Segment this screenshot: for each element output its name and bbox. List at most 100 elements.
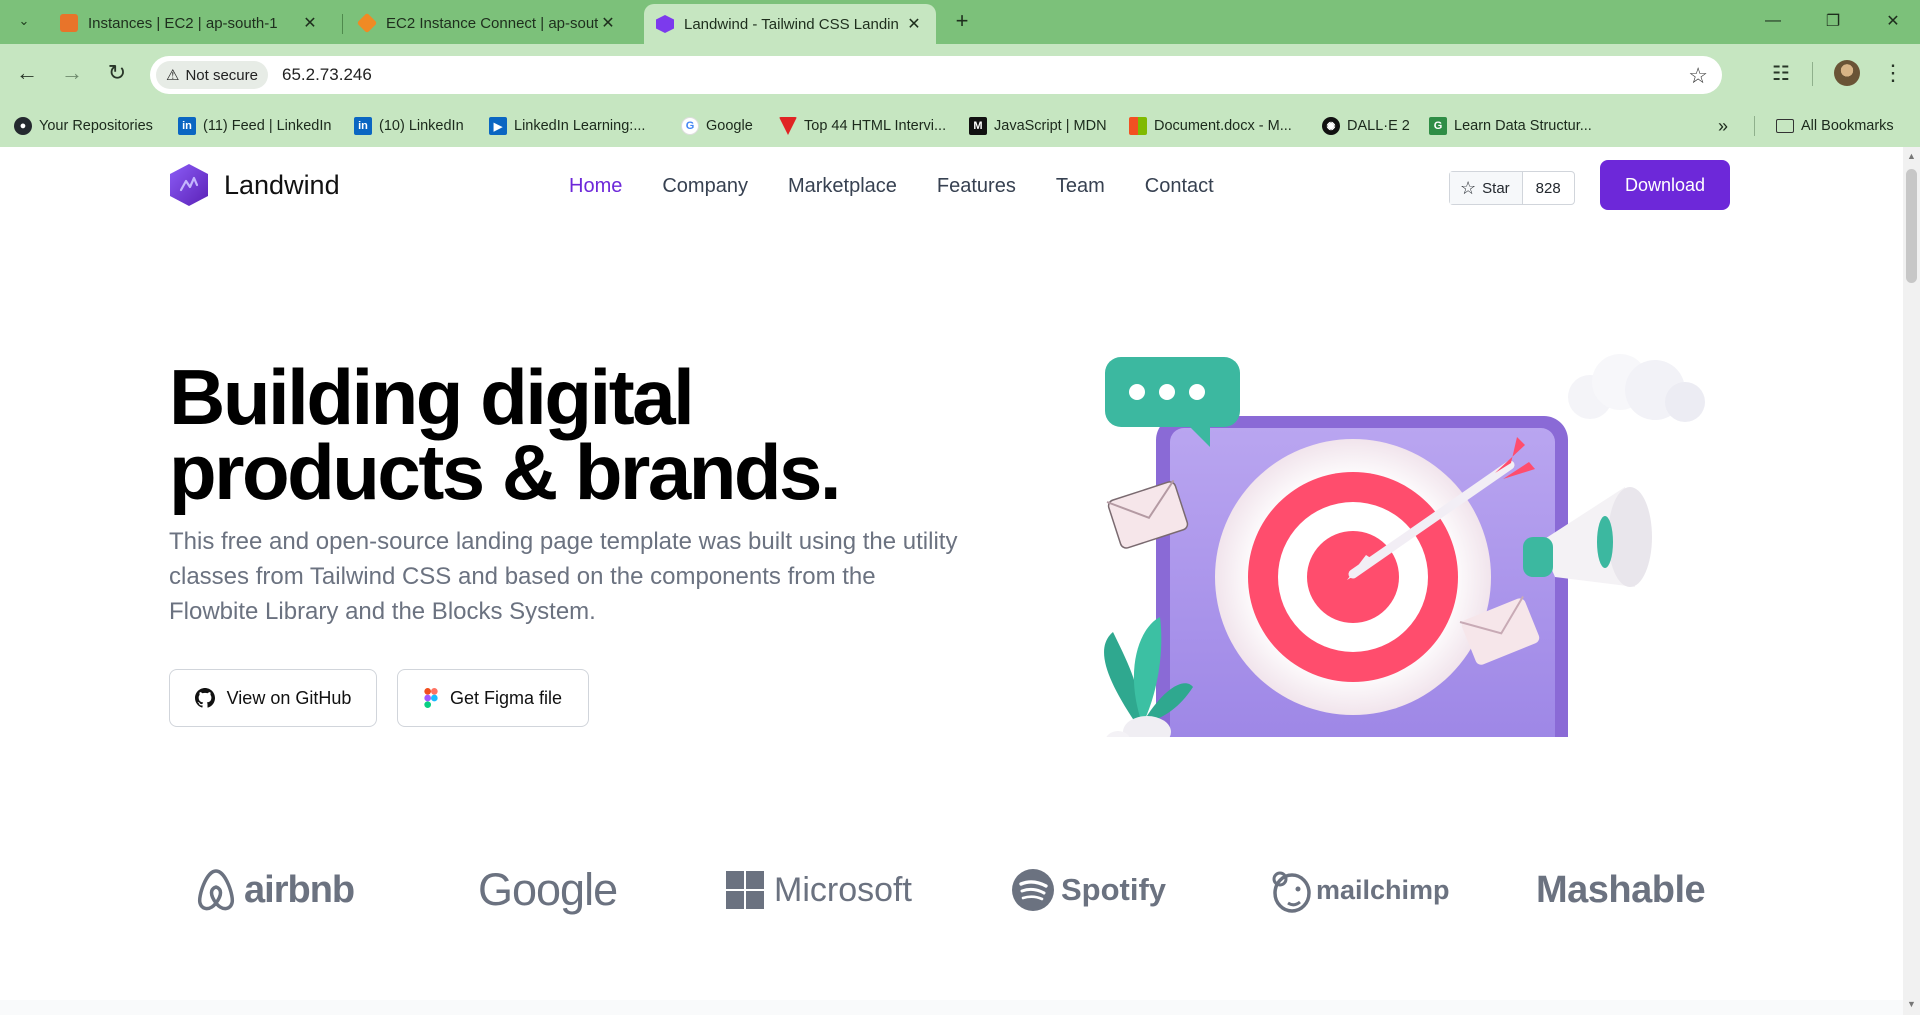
browser-toolbar: ← → ↻ ⚠ Not secure 65.2.73.246 ☆ ☷ ⋮ [0, 44, 1920, 104]
microsoft-windows-icon [726, 871, 764, 909]
close-icon[interactable]: ✕ [904, 14, 924, 34]
tab-landwind[interactable]: Landwind - Tailwind CSS Landin ✕ [644, 4, 936, 44]
bookmark-item[interactable]: G Learn Data Structur... [1429, 115, 1592, 137]
github-star-button[interactable]: ☆ Star [1450, 172, 1523, 204]
bookmark-label: Google [706, 118, 753, 134]
linkedin-learning-icon: ▶ [489, 117, 507, 135]
spotify-logo: Spotify [1011, 855, 1166, 925]
security-label: Not secure [185, 66, 258, 84]
github-icon [194, 688, 215, 708]
clouds [1568, 354, 1705, 422]
get-figma-file-button[interactable]: Get Figma file [397, 669, 589, 727]
bookmark-item[interactable]: G Google [681, 115, 753, 137]
double-chevron-right-icon: » [1718, 115, 1729, 136]
restore-button[interactable]: ❐ [1808, 6, 1858, 36]
tutorialspoint-icon [779, 117, 797, 135]
tab-strip: ⌄ Instances | EC2 | ap-south-1 ✕ EC2 Ins… [0, 0, 1920, 44]
main-nav: Home Company Marketplace Features Team C… [569, 175, 1254, 198]
google-icon: G [681, 117, 699, 135]
minimize-icon: — [1765, 12, 1781, 29]
tab-title: Landwind - Tailwind CSS Landin [684, 15, 899, 33]
github-star-widget: ☆ Star 828 [1449, 171, 1575, 205]
tab-separator [342, 14, 343, 34]
url-text[interactable]: 65.2.73.246 [282, 65, 372, 85]
tab-search-button[interactable]: ⌄ [8, 6, 40, 36]
tab-ec2-connect[interactable]: EC2 Instance Connect | ap-south ✕ [346, 4, 630, 42]
kebab-menu-icon: ⋮ [1882, 60, 1904, 85]
nav-link-features[interactable]: Features [937, 175, 1016, 198]
airbnb-logo: airbnb [194, 855, 355, 925]
more-bookmarks-button[interactable]: » [1718, 115, 1728, 137]
site-logo[interactable]: Landwind [169, 163, 340, 207]
logo-text: mailchimp [1316, 874, 1450, 905]
bookmark-item[interactable]: Document.docx - M... [1129, 115, 1292, 137]
spotify-icon [1012, 869, 1054, 911]
close-icon[interactable]: ✕ [300, 13, 320, 33]
browser-chrome: ⌄ Instances | EC2 | ap-south-1 ✕ EC2 Ins… [0, 0, 1920, 147]
close-icon[interactable]: ✕ [598, 13, 618, 33]
profile-button[interactable] [1832, 58, 1862, 88]
bookmark-item[interactable]: ● Your Repositories [14, 115, 153, 137]
bookmark-item[interactable]: M JavaScript | MDN [969, 115, 1107, 137]
logo-text: Microsoft [774, 870, 912, 909]
extensions-button[interactable]: ☷ [1766, 58, 1796, 88]
airbnb-icon [197, 869, 235, 911]
nav-link-home[interactable]: Home [569, 175, 622, 198]
openai-icon: ✺ [1322, 117, 1340, 135]
bookmark-item[interactable]: in (10) LinkedIn [354, 115, 464, 137]
bookmark-label: Document.docx - M... [1154, 118, 1292, 134]
back-button[interactable]: ← [12, 58, 42, 88]
forward-button[interactable]: → [57, 58, 87, 88]
hero-illustration [1104, 354, 1705, 737]
minimize-button[interactable]: — [1748, 6, 1798, 36]
nav-link-company[interactable]: Company [662, 175, 748, 198]
security-chip[interactable]: ⚠ Not secure [156, 61, 268, 89]
new-tab-button[interactable]: + [948, 8, 976, 36]
tab-title: EC2 Instance Connect | ap-south [386, 14, 598, 32]
customer-logos: airbnb Google Microsoft Spotify mailchim… [169, 855, 1729, 925]
menu-button[interactable]: ⋮ [1878, 58, 1908, 88]
aws-favicon-icon [60, 14, 78, 32]
button-label: Get Figma file [449, 687, 563, 708]
mailchimp-logo: mailchimp [1270, 855, 1450, 925]
view-on-github-button[interactable]: View on GitHub [169, 669, 377, 727]
hero-title-line-2: products & brands. [169, 428, 842, 516]
nav-link-team[interactable]: Team [1056, 175, 1105, 198]
button-label: View on GitHub [226, 687, 352, 708]
close-icon: ✕ [1886, 13, 1900, 30]
plus-icon: + [955, 8, 969, 33]
logo-text: airbnb [244, 868, 355, 911]
hero-description: This free and open-source landing page t… [169, 528, 958, 625]
nav-link-marketplace[interactable]: Marketplace [788, 175, 897, 198]
tab-instances[interactable]: Instances | EC2 | ap-south-1 ✕ [48, 4, 332, 42]
arrow-right-icon: → [61, 60, 83, 85]
bookmark-label: LinkedIn Learning:... [514, 118, 646, 134]
tab-title: Instances | EC2 | ap-south-1 [88, 14, 278, 32]
page-scrollbar[interactable]: ▲ ▼ [1903, 147, 1920, 1015]
bookmark-label: All Bookmarks [1801, 118, 1894, 134]
star-count[interactable]: 828 [1523, 172, 1574, 204]
scroll-down-icon[interactable]: ▼ [1907, 999, 1916, 1009]
figma-icon [424, 688, 438, 708]
download-button[interactable]: Download [1600, 160, 1730, 210]
scroll-up-icon[interactable]: ▲ [1907, 151, 1916, 161]
close-window-button[interactable]: ✕ [1868, 6, 1918, 36]
address-bar[interactable]: ⚠ Not secure 65.2.73.246 ☆ [150, 56, 1722, 94]
bookmarks-divider [1754, 116, 1755, 136]
bookmark-star-icon[interactable]: ☆ [1688, 63, 1708, 89]
linkedin-icon: in [354, 117, 372, 135]
bookmark-item[interactable]: in (11) Feed | LinkedIn [178, 115, 331, 137]
reload-button[interactable]: ↻ [102, 58, 132, 88]
nav-link-contact[interactable]: Contact [1145, 175, 1214, 198]
all-bookmarks-button[interactable]: All Bookmarks [1776, 115, 1894, 137]
chevron-down-icon: ⌄ [18, 13, 30, 28]
restore-icon: ❐ [1825, 13, 1841, 30]
scroll-thumb[interactable] [1906, 169, 1917, 283]
puzzle-icon: ☷ [1772, 62, 1790, 85]
landwind-logo-icon [170, 164, 208, 206]
bookmark-item[interactable]: Top 44 HTML Intervi... [779, 115, 946, 137]
section-divider [0, 1000, 1903, 1015]
bookmark-item[interactable]: ▶ LinkedIn Learning:... [489, 115, 645, 137]
bookmark-item[interactable]: ✺ DALL·E 2 [1322, 115, 1410, 137]
toolbar-divider [1812, 62, 1813, 86]
